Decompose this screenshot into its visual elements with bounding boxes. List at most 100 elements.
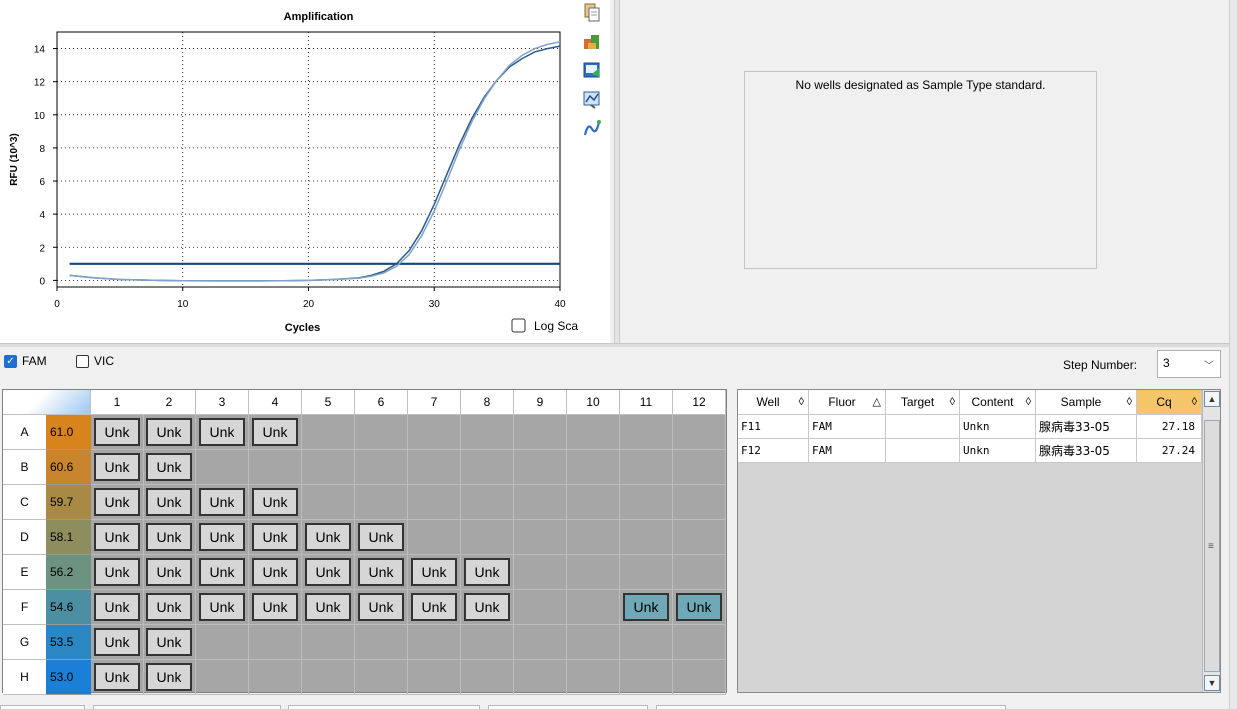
well-sample-type[interactable]: Unk xyxy=(94,453,140,481)
row-header-f[interactable]: F xyxy=(3,590,46,625)
well-e1[interactable]: Unk xyxy=(91,555,144,590)
well-b9[interactable] xyxy=(514,450,567,485)
well-d10[interactable] xyxy=(567,520,620,555)
well-e9[interactable] xyxy=(514,555,567,590)
scroll-down-icon[interactable]: ▼ xyxy=(1204,675,1220,691)
vic-checkbox[interactable]: VIC xyxy=(76,354,114,368)
well-f8[interactable]: Unk xyxy=(461,590,514,625)
well-f2[interactable]: Unk xyxy=(143,590,196,625)
well-g9[interactable] xyxy=(514,625,567,660)
column-header-9[interactable]: 9 xyxy=(514,390,567,415)
column-header-4[interactable]: 4 xyxy=(249,390,302,415)
well-g5[interactable] xyxy=(302,625,355,660)
well-d2[interactable]: Unk xyxy=(143,520,196,555)
well-a5[interactable] xyxy=(302,415,355,450)
column-header-fluor[interactable]: Fluor △ xyxy=(809,390,886,415)
well-g10[interactable] xyxy=(567,625,620,660)
horizontal-splitter[interactable] xyxy=(0,343,1229,347)
well-sample-type[interactable]: Unk xyxy=(146,663,192,691)
well-a10[interactable] xyxy=(567,415,620,450)
column-header-7[interactable]: 7 xyxy=(408,390,461,415)
sort-icon[interactable]: ◊ xyxy=(799,390,804,415)
row-header-c[interactable]: C xyxy=(3,485,46,520)
well-sample-type[interactable]: Unk xyxy=(199,558,245,586)
well-c6[interactable] xyxy=(355,485,408,520)
well-d7[interactable] xyxy=(408,520,461,555)
column-header-12[interactable]: 12 xyxy=(673,390,726,415)
well-d6[interactable]: Unk xyxy=(355,520,408,555)
well-a2[interactable]: Unk xyxy=(143,415,196,450)
well-e6[interactable]: Unk xyxy=(355,555,408,590)
well-sample-type[interactable]: Unk xyxy=(411,593,457,621)
well-sample-type[interactable]: Unk xyxy=(358,593,404,621)
well-d1[interactable]: Unk xyxy=(91,520,144,555)
well-sample-type[interactable]: Unk xyxy=(199,593,245,621)
well-f1[interactable]: Unk xyxy=(91,590,144,625)
row-header-b[interactable]: B xyxy=(3,450,46,485)
column-header-well[interactable]: Well ◊ xyxy=(738,390,809,415)
sort-icon[interactable]: ◊ xyxy=(1127,390,1132,415)
well-sample-type[interactable]: Unk xyxy=(94,418,140,446)
well-sample-type[interactable]: Unk xyxy=(146,558,192,586)
well-sample-type[interactable]: Unk xyxy=(94,663,140,691)
well-d8[interactable] xyxy=(461,520,514,555)
well-b4[interactable] xyxy=(249,450,302,485)
well-e10[interactable] xyxy=(567,555,620,590)
well-b8[interactable] xyxy=(461,450,514,485)
plate-corner-select-all[interactable] xyxy=(3,390,91,415)
well-e8[interactable]: Unk xyxy=(461,555,514,590)
well-c8[interactable] xyxy=(461,485,514,520)
well-f4[interactable]: Unk xyxy=(249,590,302,625)
sort-icon[interactable]: ◊ xyxy=(1026,390,1031,415)
well-sample-type[interactable]: Unk xyxy=(94,523,140,551)
well-e7[interactable]: Unk xyxy=(408,555,461,590)
well-sample-type[interactable]: Unk xyxy=(146,418,192,446)
well-a7[interactable] xyxy=(408,415,461,450)
row-header-e[interactable]: E xyxy=(3,555,46,590)
well-g8[interactable] xyxy=(461,625,514,660)
well-a8[interactable] xyxy=(461,415,514,450)
sort-icon[interactable]: △ xyxy=(873,390,881,415)
row-header-g[interactable]: G xyxy=(3,625,46,660)
well-b1[interactable]: Unk xyxy=(91,450,144,485)
well-h5[interactable] xyxy=(302,660,355,695)
scroll-up-icon[interactable]: ▲ xyxy=(1204,391,1220,407)
well-b11[interactable] xyxy=(620,450,673,485)
well-d9[interactable] xyxy=(514,520,567,555)
well-sample-type[interactable]: Unk xyxy=(94,488,140,516)
column-header-content[interactable]: Content ◊ xyxy=(960,390,1036,415)
well-c9[interactable] xyxy=(514,485,567,520)
export-icon[interactable] xyxy=(582,31,602,51)
well-sample-type[interactable]: Unk xyxy=(252,523,298,551)
column-header-cq[interactable]: Cq ◊ xyxy=(1137,390,1202,415)
well-sample-type[interactable]: Unk xyxy=(199,418,245,446)
well-sample-type[interactable]: Unk xyxy=(94,558,140,586)
well-c5[interactable] xyxy=(302,485,355,520)
well-b7[interactable] xyxy=(408,450,461,485)
well-f9[interactable] xyxy=(514,590,567,625)
well-sample-type[interactable]: Unk xyxy=(464,558,510,586)
well-c3[interactable]: Unk xyxy=(196,485,249,520)
sort-icon[interactable]: ◊ xyxy=(1192,390,1197,415)
well-h4[interactable] xyxy=(249,660,302,695)
save-image-icon[interactable] xyxy=(582,60,602,80)
well-sample-type[interactable]: Unk xyxy=(464,593,510,621)
curve-tool-icon[interactable] xyxy=(582,118,602,138)
bottom-tab[interactable] xyxy=(656,705,1006,709)
well-sample-type[interactable]: Unk xyxy=(146,593,192,621)
well-a4[interactable]: Unk xyxy=(249,415,302,450)
column-header-10[interactable]: 10 xyxy=(567,390,620,415)
well-d4[interactable]: Unk xyxy=(249,520,302,555)
row-header-a[interactable]: A xyxy=(3,415,46,450)
well-a12[interactable] xyxy=(673,415,726,450)
well-sample-type[interactable]: Unk xyxy=(252,418,298,446)
well-a11[interactable] xyxy=(620,415,673,450)
well-c11[interactable] xyxy=(620,485,673,520)
well-f11[interactable]: Unk xyxy=(620,590,673,625)
well-h1[interactable]: Unk xyxy=(91,660,144,695)
well-e5[interactable]: Unk xyxy=(302,555,355,590)
well-f10[interactable] xyxy=(567,590,620,625)
well-e11[interactable] xyxy=(620,555,673,590)
well-b5[interactable] xyxy=(302,450,355,485)
well-sample-type[interactable]: Unk xyxy=(146,628,192,656)
